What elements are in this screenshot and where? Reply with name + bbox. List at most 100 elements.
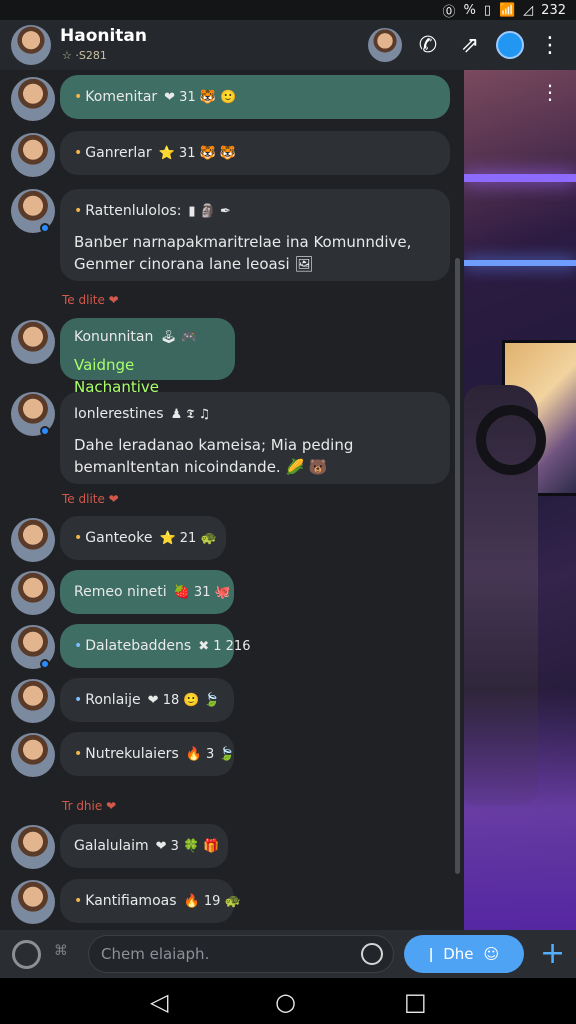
sticker-icon[interactable]: ⌘ (54, 943, 68, 959)
chat-bubble[interactable]: • Nutrekulaiers 🔥 3 🍃 (60, 732, 235, 776)
message-meta: 🍓 31 🐙 (173, 584, 231, 600)
sender-name: Kantifiamoas (85, 893, 177, 909)
message-composer: ⌘ Chem elaiaph. ǀ Dhe ☺ + (0, 930, 576, 978)
battery-icon: ▯ (483, 3, 491, 18)
message-meta: ⭐ 21 🐢 (159, 530, 217, 546)
chat-bubble[interactable]: • Ronlaije ❤ 18 🙂 🍃 (60, 678, 234, 722)
send-arrow-icon: ǀ (428, 945, 434, 963)
panel-more-icon[interactable]: ⋮ (540, 80, 560, 104)
attach-icon[interactable] (361, 943, 383, 965)
chat-header: Haonitan ☆ ·S281 ✆ ⇗ ⋮ (0, 20, 576, 70)
header-actions: ✆ ⇗ ⋮ (368, 28, 566, 62)
home-icon[interactable]: ○ (275, 988, 296, 1016)
user-avatar[interactable] (11, 733, 55, 777)
sender-name: Ionlerestines (74, 406, 164, 422)
status-marker: • (74, 893, 83, 909)
back-icon[interactable]: ◁ (150, 988, 168, 1016)
user-avatar[interactable] (11, 133, 55, 177)
message-meta: 🕹 🎮 (160, 329, 198, 345)
online-indicator (40, 223, 50, 233)
user-avatar[interactable] (11, 679, 55, 723)
user-avatar[interactable] (11, 77, 55, 121)
recent-apps-icon[interactable]: □ (404, 988, 427, 1016)
group-subtitle: ☆ ·S281 (62, 49, 107, 62)
sender-name: Rattenlulolos: (85, 203, 182, 219)
message-meta: ▮ 🗿 ✒ (188, 203, 231, 219)
message-text: Dahe leradanao kameisa; Mia peding beman… (74, 436, 354, 476)
call-icon[interactable]: ✆ (412, 29, 444, 61)
user-avatar[interactable] (11, 571, 55, 615)
status-marker: • (74, 638, 83, 654)
headset-icon (476, 405, 546, 475)
sender-name: Remeo nineti (74, 584, 167, 600)
status-marker: • (74, 692, 83, 708)
message-meta: ⭐ 31 🐯 🐯 (158, 145, 237, 161)
message-meta: ❤ 18 🙂 🍃 (147, 692, 220, 708)
message-meta: 🔥 19 🐢 (183, 893, 241, 909)
more-icon[interactable]: ⋮ (534, 29, 566, 61)
user-avatar[interactable] (11, 518, 55, 562)
chat-bubble[interactable]: • Ganteoke ⭐ 21 🐢 (60, 516, 226, 560)
message-meta: 🔥 3 🍃 (185, 746, 235, 762)
message-meta: ❤ 3 🍀 🎁 (155, 838, 220, 854)
header-avatar[interactable] (11, 25, 51, 65)
sender-name: Galalulaim (74, 838, 149, 854)
sender-name: Konunnitan (74, 329, 154, 345)
status-marker: • (74, 530, 83, 546)
neon-light (464, 174, 576, 182)
plus-icon[interactable]: + (540, 936, 565, 971)
neon-light (464, 260, 576, 266)
user-avatar[interactable] (11, 880, 55, 924)
send-label: Dhe (443, 945, 474, 963)
status-dot-icon[interactable] (496, 31, 524, 59)
date-label: Tr dhie ❤ (62, 799, 117, 813)
percent-icon: % (463, 3, 476, 18)
message-meta: ❤ 31 🐯 🙂 (164, 89, 237, 105)
profile-avatar[interactable] (368, 28, 402, 62)
chat-bubble[interactable]: • Ganrerlar ⭐ 31 🐯 🐯 (60, 131, 450, 175)
user-avatar[interactable] (11, 825, 55, 869)
chat-bubble[interactable]: • Dalatebaddens ✖ 1 216 (60, 624, 250, 668)
chat-bubble[interactable]: • Komenitar ❤ 31 🐯 🙂 (60, 75, 450, 119)
chat-list[interactable]: • Komenitar ❤ 31 🐯 🙂 • Ganrerlar ⭐ 31 🐯 🐯 • R… (0, 70, 464, 930)
emoji-icon[interactable] (12, 940, 41, 969)
system-nav-bar: ◁ ○ □ (0, 978, 576, 1024)
sender-name: Ronlaije (85, 692, 141, 708)
online-indicator (40, 426, 50, 436)
chat-bubble[interactable]: • Kantifiamoas 🔥 19 🐢 (60, 879, 241, 923)
sender-name: Ganteoke (85, 530, 153, 546)
background-artwork: ⋮ (464, 70, 576, 930)
message-meta: ✖ 1 216 (198, 638, 251, 654)
message-input[interactable]: Chem elaiaph. (88, 935, 394, 973)
chat-bubble[interactable]: Konunnitan 🕹 🎮 Vaidnge Nachantive (60, 318, 235, 396)
sender-name: Nutrekulaiers (85, 746, 179, 762)
status-bar: ⓪ % ▯ 📶 ◿ 232 (0, 0, 576, 20)
chat-bubble[interactable]: Remeo nineti 🍓 31 🐙 (60, 570, 234, 614)
sender-name: Ganrerlar (85, 145, 152, 161)
user-avatar[interactable] (11, 320, 55, 364)
chat-bubble[interactable]: • Rattenlulolos: ▮ 🗿 ✒ Banber narnapakmari… (60, 189, 450, 281)
share-icon[interactable]: ⇗ (454, 29, 486, 61)
signal-icon: ◿ (523, 3, 534, 18)
online-indicator (40, 659, 50, 669)
message-text: Banber narnapakmaritrelae ina Komunndive… (74, 233, 412, 273)
wifi-icon: 📶 (498, 3, 516, 18)
time-label: 232 (541, 3, 566, 18)
status-marker: • (74, 203, 83, 219)
chat-bubble[interactable]: Ionlerestines ♟ 𝕿 ♫ Dahe leradanao kameis… (60, 392, 450, 484)
status-marker: • (74, 89, 83, 105)
message-meta: ♟ 𝕿 ♫ (170, 406, 211, 422)
sender-name: Komenitar (85, 89, 158, 105)
nfc-icon: ⓪ (442, 5, 456, 20)
send-button[interactable]: ǀ Dhe ☺ (404, 935, 524, 973)
input-placeholder: Chem elaiaph. (101, 945, 210, 963)
group-title: Haonitan (60, 26, 148, 46)
status-marker: • (74, 145, 83, 161)
date-label: Te dlite ❤ (62, 492, 119, 506)
sender-name: Dalatebaddens (85, 638, 192, 654)
date-label: Te dlite ❤ (62, 293, 119, 307)
status-marker: • (74, 746, 83, 762)
smile-icon: ☺ (483, 945, 500, 963)
scrollbar-thumb[interactable] (455, 258, 460, 874)
chat-bubble[interactable]: Galalulaim ❤ 3 🍀 🎁 (60, 824, 228, 868)
